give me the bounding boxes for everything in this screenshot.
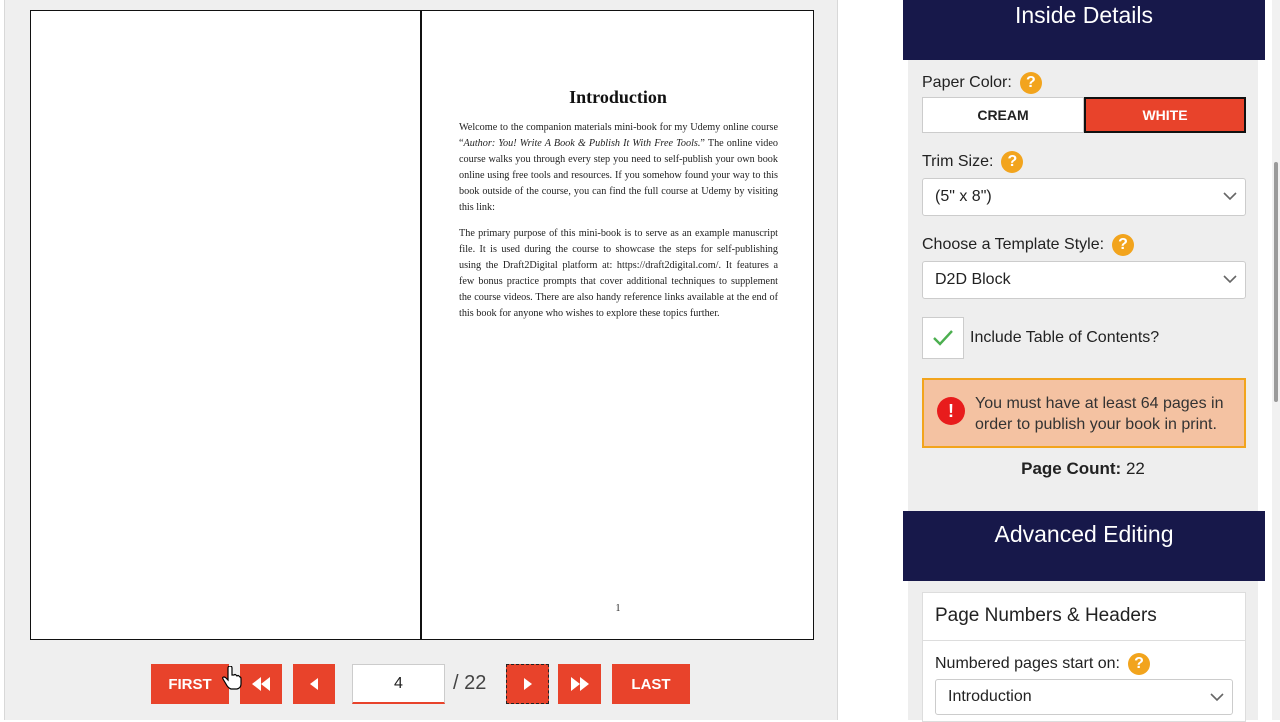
checkmark-icon [933,330,953,346]
page-numbers-headers-title: Page Numbers & Headers [935,605,1157,626]
book-preview-panel: Introduction Welcome to the companion ma… [4,0,838,720]
triangle-left-icon [310,678,318,690]
toc-label: Include Table of Contents? [970,329,1160,346]
current-page-input[interactable] [352,664,445,704]
advanced-editing-title: Advanced Editing [994,521,1174,547]
warning-text: You must have at least 64 pages in order… [975,395,1224,433]
paper-cream-button[interactable]: CREAM [922,97,1084,133]
page-numbers-headers-box: Page Numbers & Headers Numbered pages st… [922,592,1246,722]
double-chevron-right-icon [570,677,589,691]
template-style-select[interactable]: D2D Block [922,261,1246,299]
numbered-start-label: Numbered pages start on: [935,655,1120,672]
para1-italic-title: Author: You! Write A Book & Publish It W… [463,138,701,149]
help-icon[interactable]: ? [1019,72,1042,94]
intro-paragraph-1: Welcome to the companion materials mini-… [459,120,778,216]
chevron-down-icon [1223,275,1237,284]
paper-color-label: Paper Color: [922,74,1012,91]
fast-forward-button[interactable] [558,664,601,704]
book-page-number: 1 [615,603,621,614]
template-style-value: D2D Block [935,271,1011,288]
paper-color-label-row: Paper Color: ? [922,72,1042,94]
inside-details-header: Inside Details [903,0,1265,60]
divider [923,640,1245,641]
page-count-warning: ! You must have at least 64 pages in ord… [922,378,1246,448]
trim-size-select[interactable]: (5" x 8") [922,178,1246,216]
triangle-right-icon [523,678,532,690]
help-icon[interactable]: ? [1128,653,1150,675]
page-scrollbar[interactable] [1272,0,1280,720]
book-page-right: Introduction Welcome to the companion ma… [423,11,813,639]
para1-text-b: ” The online video course walks you thro… [459,138,778,213]
previous-page-button[interactable] [293,664,335,704]
paper-white-button[interactable]: WHITE [1084,97,1246,133]
hand-pointer-icon [222,666,242,690]
chevron-down-icon [1210,693,1224,702]
trim-size-value: (5" x 8") [935,188,992,205]
book-spread: Introduction Welcome to the companion ma… [30,10,814,640]
page-count-value: 22 [1125,459,1145,478]
toc-checkbox[interactable] [922,317,964,359]
help-icon[interactable]: ? [1112,234,1135,256]
inside-details-title: Inside Details [1014,2,1154,28]
total-pages-label: / 22 [453,672,487,694]
numbered-start-label-row: Numbered pages start on: ? [935,653,1150,675]
chevron-down-icon [1223,192,1237,201]
template-label: Choose a Template Style: [922,236,1105,253]
page-count: Page Count: 22 [908,459,1258,479]
help-icon[interactable]: ? [1001,151,1024,173]
next-page-button[interactable] [506,664,549,704]
numbered-start-value: Introduction [948,688,1032,705]
scrollbar-thumb[interactable] [1274,162,1278,402]
error-icon: ! [937,397,965,425]
last-page-button[interactable]: LAST [612,664,690,704]
chapter-title: Introduction [569,87,667,107]
trim-size-label-row: Trim Size: ? [922,151,1024,173]
template-label-row: Choose a Template Style: ? [922,234,1135,256]
rewind-button[interactable] [240,664,282,704]
first-page-button[interactable]: FIRST [151,664,229,704]
book-page-left [31,11,422,639]
numbered-start-select[interactable]: Introduction [935,679,1233,715]
intro-paragraph-2: The primary purpose of this mini-book is… [459,228,778,319]
page-count-label: Page Count: [1021,459,1122,478]
double-chevron-left-icon [252,677,270,691]
advanced-editing-header: Advanced Editing [903,511,1265,581]
trim-size-label: Trim Size: [922,153,994,170]
